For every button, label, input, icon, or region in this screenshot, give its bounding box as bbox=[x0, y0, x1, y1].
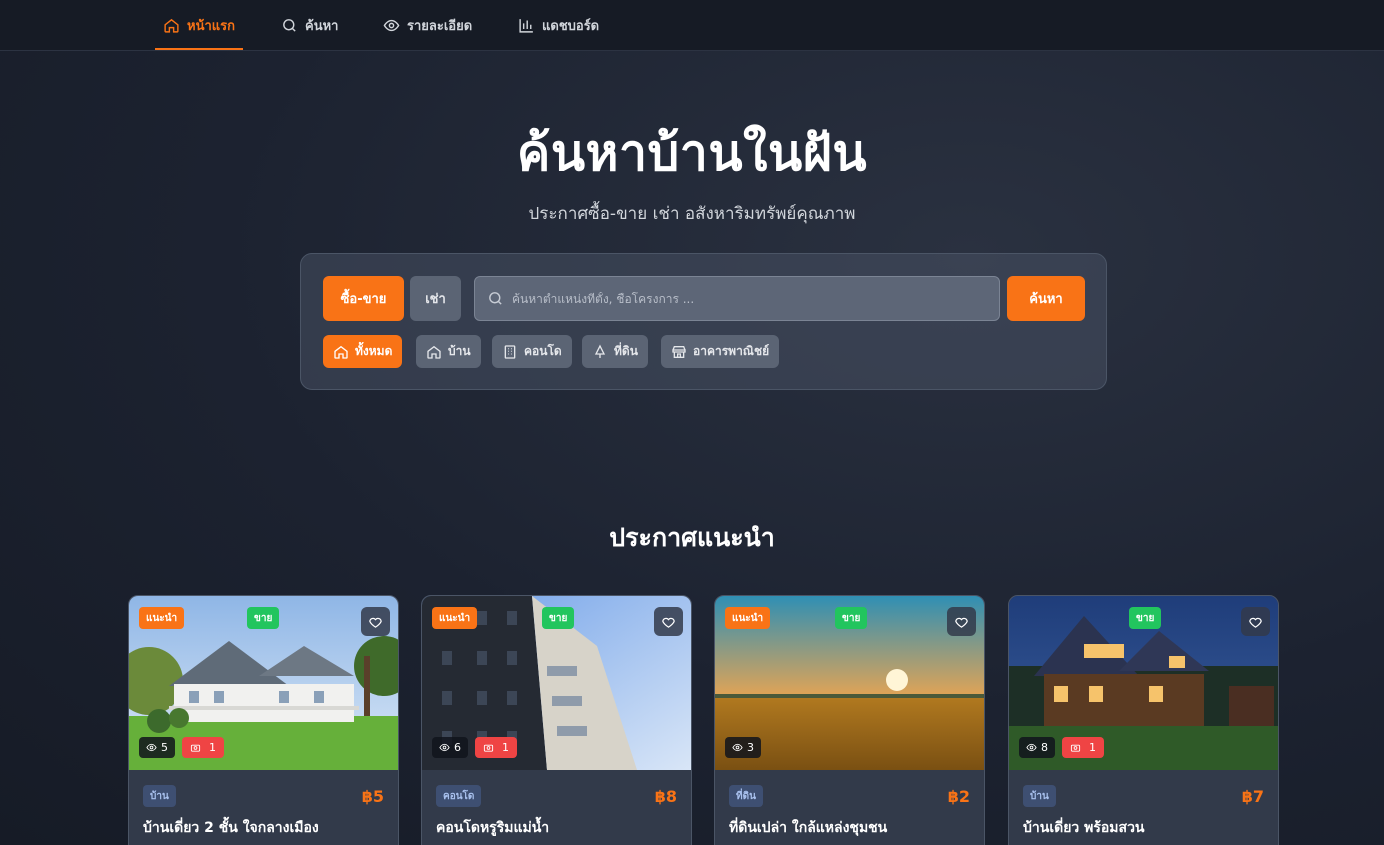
heart-icon bbox=[662, 617, 675, 628]
search-icon bbox=[489, 292, 502, 305]
price: ฿2 bbox=[947, 787, 970, 806]
listing-title: ที่ดินเปล่า ใกล้แหล่งชุมชน bbox=[729, 820, 888, 836]
photo-count-value: 1 bbox=[1089, 741, 1096, 754]
hero-subtitle: ประกาศซื้อ-ขาย เช่า อสังหาริมทรัพย์คุณภา… bbox=[528, 204, 856, 224]
home-icon bbox=[427, 345, 441, 359]
nav-item-details[interactable]: รายละเอียด bbox=[383, 0, 472, 50]
nav-item-label: ค้นหา bbox=[305, 18, 339, 34]
eye-icon bbox=[146, 743, 157, 752]
category-chip-land[interactable]: ที่ดิน bbox=[582, 335, 648, 368]
chip-label: ทั้งหมด bbox=[355, 344, 393, 358]
photo-count: 1 bbox=[1062, 737, 1104, 758]
house-night-photo: ขาย 8 1 bbox=[1009, 596, 1278, 770]
search-icon bbox=[283, 18, 296, 32]
search-input[interactable] bbox=[512, 291, 992, 306]
tree-icon bbox=[594, 344, 606, 358]
nav-item-search[interactable]: ค้นหา bbox=[281, 0, 338, 50]
eye-icon bbox=[439, 743, 450, 752]
bar-chart-icon bbox=[519, 18, 533, 33]
listing-card[interactable]: แนะนำ ขาย 6 1 คอนโด ฿8 คอนโดหรูริมแม่น้ำ bbox=[421, 595, 692, 845]
eye-icon bbox=[1026, 743, 1037, 752]
chip-label: คอนโด bbox=[524, 344, 562, 358]
photo-count: 1 bbox=[475, 737, 517, 758]
view-count: 8 bbox=[1019, 737, 1055, 758]
nav-item-dashboard[interactable]: แดชบอร์ด bbox=[518, 0, 599, 50]
view-count: 5 bbox=[139, 737, 175, 758]
search-submit-button[interactable]: ค้นหา bbox=[1007, 276, 1085, 321]
category-chip-house[interactable]: บ้าน bbox=[416, 335, 481, 368]
sale-badge: ขาย bbox=[1129, 607, 1162, 629]
listing-card[interactable]: แนะนำ ขาย 3 ที่ดิน ฿2 ที่ดินเปล่า ใกล้แห… bbox=[714, 595, 985, 845]
view-count-value: 5 bbox=[161, 741, 168, 754]
photo-count: 1 bbox=[182, 737, 224, 758]
heart-icon bbox=[1249, 617, 1262, 628]
listing-card[interactable]: แนะนำ ขาย 5 1 บ้าน ฿5 บ้านเดี่ยว 2 ชั้น … bbox=[128, 595, 399, 845]
house-photo: แนะนำ ขาย 5 1 bbox=[129, 596, 398, 770]
view-count-value: 8 bbox=[1041, 741, 1048, 754]
eye-icon bbox=[383, 19, 400, 31]
favorite-button[interactable] bbox=[947, 607, 976, 636]
view-count: 6 bbox=[432, 737, 468, 758]
heart-icon bbox=[955, 617, 968, 628]
buy-sell-tab[interactable]: ซื้อ-ขาย bbox=[323, 276, 404, 321]
land-photo: แนะนำ ขาย 3 bbox=[715, 596, 984, 770]
view-count-value: 6 bbox=[454, 741, 461, 754]
search-field[interactable] bbox=[474, 276, 1000, 321]
home-icon bbox=[334, 345, 348, 359]
photo-count-value: 1 bbox=[209, 741, 216, 754]
property-type-tag: บ้าน bbox=[1023, 785, 1056, 807]
favorite-button[interactable] bbox=[361, 607, 390, 636]
favorite-button[interactable] bbox=[1241, 607, 1270, 636]
recommended-badge: แนะนำ bbox=[725, 607, 771, 629]
listing-title: คอนโดหรูริมแม่น้ำ bbox=[436, 820, 550, 836]
sale-badge: ขาย bbox=[247, 607, 280, 629]
property-type-tag: บ้าน bbox=[143, 785, 176, 807]
heart-icon bbox=[369, 617, 382, 628]
price: ฿8 bbox=[654, 787, 677, 806]
camera-icon bbox=[483, 744, 494, 752]
category-chip-commercial[interactable]: อาคารพาณิชย์ bbox=[661, 335, 780, 368]
favorite-button[interactable] bbox=[654, 607, 683, 636]
recommended-badge: แนะนำ bbox=[432, 607, 478, 629]
search-panel: ซื้อ-ขาย เช่า ค้นหา ทั้งหมด บ้าน คอนโด ท… bbox=[300, 253, 1107, 390]
view-count-value: 3 bbox=[747, 741, 754, 754]
nav-item-label: หน้าแรก bbox=[187, 18, 235, 34]
sale-badge: ขาย bbox=[542, 607, 575, 629]
recommended-badge: แนะนำ bbox=[139, 607, 185, 629]
sale-badge: ขาย bbox=[835, 607, 868, 629]
category-chip-all[interactable]: ทั้งหมด bbox=[323, 335, 403, 368]
listing-title: บ้านเดี่ยว 2 ชั้น ใจกลางเมือง bbox=[143, 820, 319, 836]
property-type-tag: คอนโด bbox=[436, 785, 482, 807]
price: ฿5 bbox=[361, 787, 384, 806]
camera-icon bbox=[190, 744, 201, 752]
featured-section-title: ประกาศแนะนำ bbox=[609, 523, 775, 552]
property-type-tag: ที่ดิน bbox=[729, 785, 763, 807]
chip-label: ที่ดิน bbox=[614, 344, 638, 358]
hero-title: ค้นหาบ้านในฝัน bbox=[516, 124, 868, 182]
view-count: 3 bbox=[725, 737, 761, 758]
nav-item-label: รายละเอียด bbox=[407, 18, 473, 34]
store-icon bbox=[672, 345, 686, 358]
nav-item-label: แดชบอร์ด bbox=[542, 18, 600, 34]
nav-item-home[interactable]: หน้าแรก bbox=[155, 0, 243, 50]
listing-card[interactable]: ขาย 8 1 บ้าน ฿7 บ้านเดี่ยว พร้อมสวน bbox=[1008, 595, 1279, 845]
category-chip-condo[interactable]: คอนโด bbox=[492, 335, 572, 368]
rent-tab[interactable]: เช่า bbox=[410, 276, 461, 321]
price: ฿7 bbox=[1241, 787, 1264, 806]
photo-count-value: 1 bbox=[502, 741, 509, 754]
top-nav: หน้าแรก ค้นหา รายละเอียด แดชบอร์ด bbox=[0, 0, 1384, 51]
home-icon bbox=[164, 18, 179, 33]
chip-label: บ้าน bbox=[448, 344, 471, 358]
camera-icon bbox=[1070, 744, 1081, 752]
eye-icon bbox=[732, 743, 743, 752]
listing-title: บ้านเดี่ยว พร้อมสวน bbox=[1023, 820, 1145, 836]
chip-label: อาคารพาณิชย์ bbox=[693, 344, 770, 358]
condo-photo: แนะนำ ขาย 6 1 bbox=[422, 596, 691, 770]
building-icon bbox=[504, 344, 516, 359]
